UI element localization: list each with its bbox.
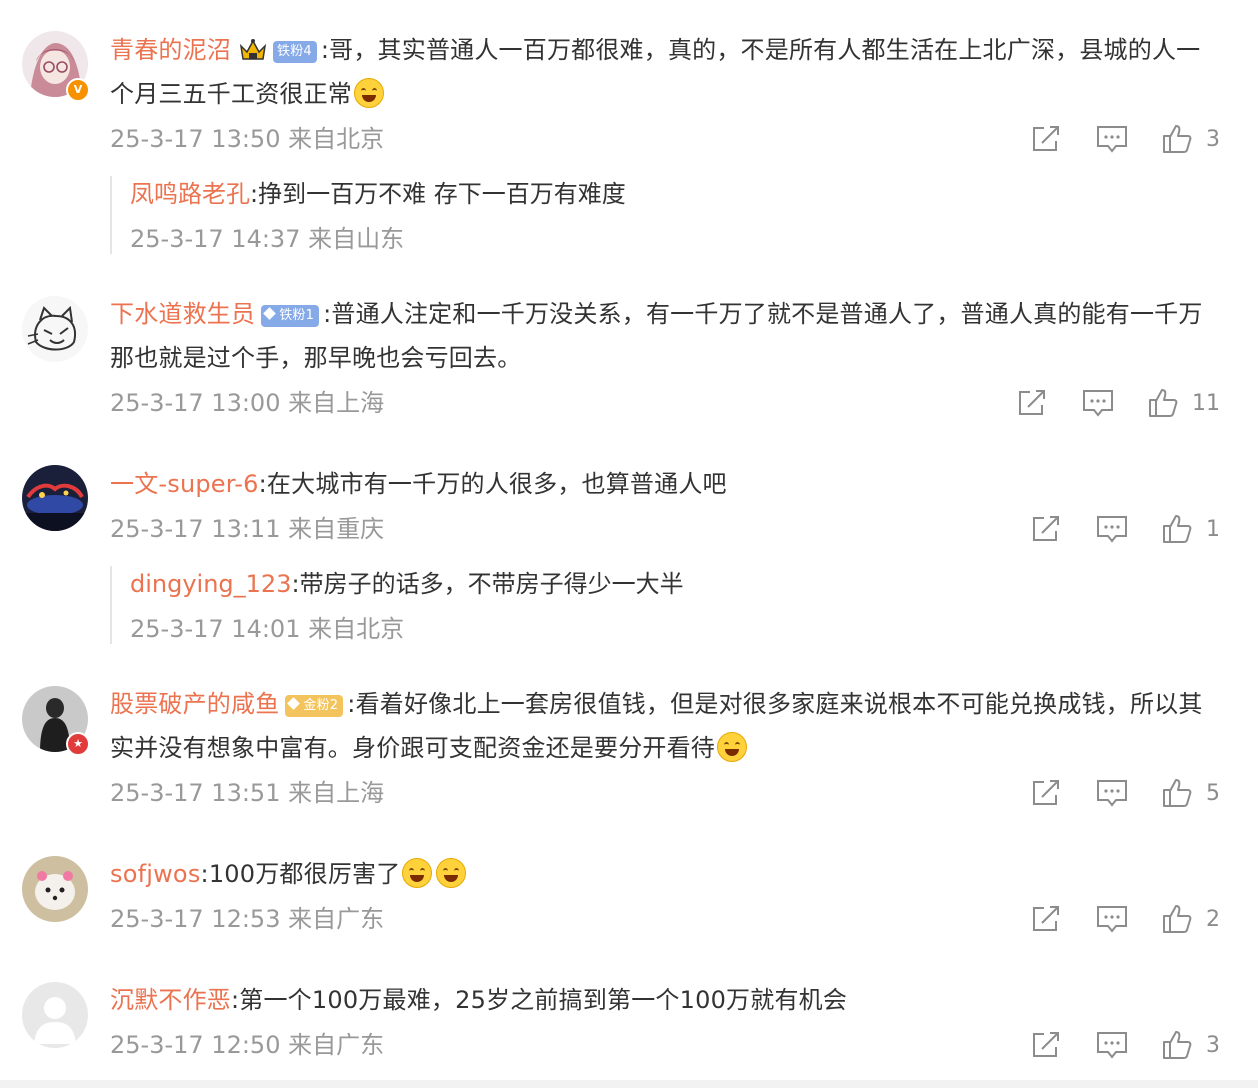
comment-button[interactable] [1096, 514, 1128, 544]
reply-text: :挣到一百万不难 存下一百万有难度 [250, 180, 626, 208]
share-button[interactable] [1030, 124, 1062, 154]
reply-username-link[interactable]: 凤鸣路老孔 [130, 180, 250, 208]
comment-meta: 25-3-17 13:50 来自北京 [110, 125, 385, 153]
comment-button[interactable] [1096, 124, 1128, 154]
like-icon [1163, 905, 1192, 933]
like-count: 3 [1206, 126, 1220, 152]
avatar[interactable] [22, 465, 88, 531]
verified-badge: V [66, 78, 90, 102]
like-button[interactable]: 5 [1162, 778, 1220, 808]
share-icon [1033, 126, 1059, 151]
comment-text-block: 青春的泥沼 铁粉4:哥，其实普通人一百万都很难，真的，不是所有人都生活在上北广深，… [110, 28, 1220, 116]
like-button[interactable]: 11 [1148, 388, 1220, 418]
divider [0, 1080, 1258, 1088]
like-count: 2 [1206, 906, 1220, 932]
reply-block: 凤鸣路老孔:挣到一百万不难 存下一百万有难度 25-3-17 14:37 来自山… [110, 176, 626, 254]
comment-icon [1097, 126, 1127, 153]
like-icon [1163, 779, 1192, 807]
reply-block: dingying_123:带房子的话多，不带房子得少一大半 25-3-17 14… [110, 566, 684, 644]
share-icon [1033, 1032, 1059, 1057]
comment-text: :在大城市有一千万的人很多，也算普通人吧 [258, 470, 727, 498]
reply-meta: 25-3-17 14:37 来自山东 [130, 225, 405, 253]
comment-text: :第一个100万最难，25岁之前搞到第一个100万就有机会 [231, 986, 848, 1014]
comment-button[interactable] [1096, 1030, 1128, 1060]
comment-button[interactable] [1082, 388, 1114, 418]
laugh-cry-emoji [354, 78, 384, 108]
share-icon [1033, 780, 1059, 805]
like-icon [1163, 1031, 1192, 1059]
fan-badge-label: 金粉2 [303, 698, 339, 713]
username-link[interactable]: 一文-super-6 [110, 470, 259, 498]
share-icon [1019, 390, 1045, 415]
share-button[interactable] [1030, 1030, 1062, 1060]
avatar[interactable] [22, 982, 88, 1048]
like-button[interactable]: 3 [1162, 124, 1220, 154]
like-icon [1163, 515, 1192, 543]
comment-text-block: sofjwos:100万都很厉害了 [110, 852, 1220, 896]
comment-meta: 25-3-17 13:51 来自上海 [110, 779, 385, 807]
username-link[interactable]: sofjwos [110, 860, 201, 888]
comment-text: :100万都很厉害了 [200, 860, 401, 888]
laugh-cry-emoji [402, 858, 433, 888]
comment-icon [1097, 906, 1127, 933]
username-link[interactable]: 下水道救生员 [110, 300, 255, 328]
diamond-icon [263, 307, 277, 320]
fan-badge-label: 铁粉1 [279, 308, 315, 323]
share-button[interactable] [1016, 388, 1048, 418]
share-icon [1033, 906, 1059, 931]
share-button[interactable] [1030, 904, 1062, 934]
comment-button[interactable] [1096, 778, 1128, 808]
fan-badge[interactable]: 铁粉1 [261, 305, 320, 327]
avatar[interactable] [22, 856, 88, 922]
like-button[interactable]: 2 [1162, 904, 1220, 934]
like-icon [1149, 389, 1178, 417]
like-count: 3 [1206, 1032, 1220, 1058]
like-count: 1 [1206, 516, 1220, 542]
like-icon [1163, 125, 1192, 153]
diamond-icon [287, 697, 301, 710]
comment-text-block: 下水道救生员 铁粉1:普通人注定和一千万没关系，有一千万了就不是普通人了，普通人真… [110, 292, 1220, 380]
fan-badge[interactable]: 铁粉4 [273, 41, 317, 63]
fan-badge[interactable]: 金粉2 [285, 695, 344, 717]
reply-text: :带房子的话多，不带房子得少一大半 [291, 570, 684, 598]
comment-text-block: 沉默不作恶:第一个100万最难，25岁之前搞到第一个100万就有机会 [110, 978, 1220, 1022]
comment-meta: 25-3-17 12:50 来自广东 [110, 1031, 385, 1059]
comment-meta: 25-3-17 13:00 来自上海 [110, 389, 385, 417]
crown-icon [239, 39, 267, 60]
comment-meta: 25-3-17 13:11 来自重庆 [110, 515, 385, 543]
comment-meta: 25-3-17 12:53 来自广东 [110, 905, 385, 933]
comment-icon [1097, 1032, 1127, 1059]
comment-icon [1097, 516, 1127, 543]
avatar[interactable] [22, 296, 88, 362]
username-link[interactable]: 沉默不作恶 [110, 986, 231, 1014]
reply-username-link[interactable]: dingying_123 [130, 570, 291, 598]
share-icon [1033, 516, 1059, 541]
share-button[interactable] [1030, 778, 1062, 808]
comment-text-block: 一文-super-6:在大城市有一千万的人很多，也算普通人吧 [110, 462, 1220, 506]
star-badge: ★ [66, 732, 90, 756]
comment-icon [1083, 390, 1113, 417]
reply-meta: 25-3-17 14:01 来自北京 [130, 615, 405, 643]
username-link[interactable]: 青春的泥沼 [110, 36, 231, 64]
share-button[interactable] [1030, 514, 1062, 544]
yummy-emoji [717, 732, 747, 762]
like-button[interactable]: 3 [1162, 1030, 1220, 1060]
comment-button[interactable] [1096, 904, 1128, 934]
like-button[interactable]: 1 [1162, 514, 1220, 544]
comment-icon [1097, 780, 1127, 807]
username-link[interactable]: 股票破产的咸鱼 [110, 690, 279, 718]
like-count: 5 [1206, 780, 1220, 806]
laugh-cry-emoji [436, 858, 467, 888]
comment-text-block: 股票破产的咸鱼 金粉2:看着好像北上一套房很值钱，但是对很多家庭来说根本不可能兑换… [110, 682, 1220, 770]
like-count: 11 [1192, 390, 1220, 416]
